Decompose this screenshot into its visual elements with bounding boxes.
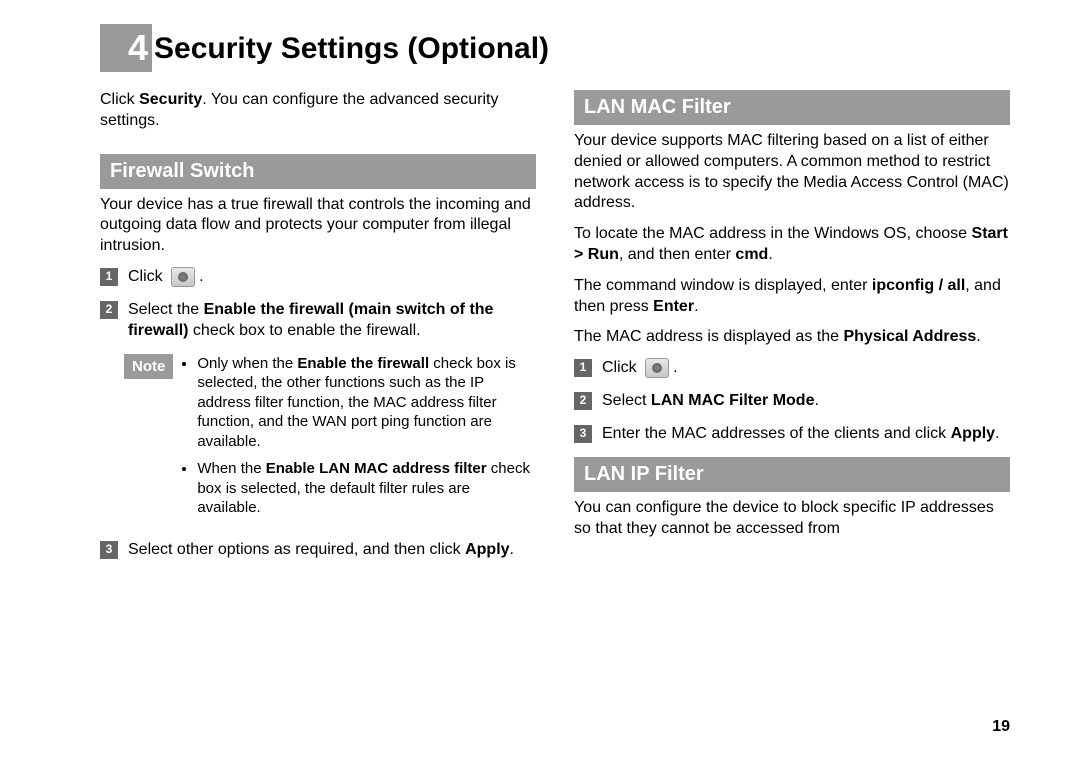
list-item: 1 Click . [100,267,536,288]
text: Select the [128,301,204,318]
left-column: Click Security. You can configure the ad… [100,90,536,572]
right-column: LAN MAC Filter Your device supports MAC … [574,90,1010,572]
text: Enter the MAC addresses of the clients a… [602,425,951,442]
step-number-2: 2 [574,392,592,410]
step-text: Select LAN MAC Filter Mode. [602,391,1010,412]
text: Click [602,359,641,376]
bold-text: ipconfig / all [872,277,965,294]
text: The MAC address is displayed as the [574,328,843,345]
text: . [694,298,698,315]
mac-p1: Your device supports MAC filtering based… [574,131,1010,214]
step-number-3: 3 [574,425,592,443]
firewall-steps-cont: 3 Select other options as required, and … [100,540,536,561]
text: . [814,392,818,409]
text: . [976,328,980,345]
note-block: Note Only when the Enable the firewall c… [100,354,536,526]
list-item: 1 Click . [574,358,1010,379]
mac-steps: 1 Click . 2 Select LAN MAC Filter Mode. … [574,358,1010,445]
firewall-icon [171,267,195,287]
note-item: Only when the Enable the firewall check … [197,354,536,452]
ip-p1: You can configure the device to block sp… [574,498,1010,540]
bold-text: Apply [951,425,995,442]
list-item: 3 Select other options as required, and … [100,540,536,561]
step-text: Click . [602,358,1010,379]
text: Click [128,268,167,285]
text: Click [100,91,139,108]
bold-text: Enable the firewall [297,355,429,372]
bold-text: Apply [465,541,509,558]
firewall-steps: 1 Click . 2 Select the Enable the firewa… [100,267,536,342]
firewall-desc: Your device has a true firewall that con… [100,195,536,257]
lan-mac-filter-heading: LAN MAC Filter [574,90,1010,125]
step-text: Select other options as required, and th… [128,540,536,561]
step-number-1: 1 [100,268,118,286]
chapter-number: 4 [100,24,152,72]
mac-p2: To locate the MAC address in the Windows… [574,224,1010,266]
list-item: 2 Select LAN MAC Filter Mode. [574,391,1010,412]
step-number-1: 1 [574,359,592,377]
text: The command window is displayed, enter [574,277,872,294]
intro-text: Click Security. You can configure the ad… [100,90,536,132]
text: When the [197,460,265,477]
step-number-2: 2 [100,301,118,319]
text: , and then enter [619,246,736,263]
page-root: 4 Security Settings (Optional) Click Sec… [0,0,1080,622]
bold-text: Enter [653,298,694,315]
mac-p3: The command window is displayed, enter i… [574,276,1010,318]
step-text: Enter the MAC addresses of the clients a… [602,424,1010,445]
bold-text: cmd [735,246,768,263]
list-item: 2 Select the Enable the firewall (main s… [100,300,536,342]
bold-text: LAN MAC Filter Mode [651,392,815,409]
two-column-layout: Click Security. You can configure the ad… [100,90,1010,572]
text: Select other options as required, and th… [128,541,465,558]
step-text: Select the Enable the firewall (main swi… [128,300,536,342]
text: Only when the [197,355,297,372]
note-body: Only when the Enable the firewall check … [173,354,536,526]
text: To locate the MAC address in the Windows… [574,225,972,242]
bold-text: Physical Address [843,328,976,345]
text: check box to enable the firewall. [188,322,420,339]
text: . [995,425,999,442]
mac-p4: The MAC address is displayed as the Phys… [574,327,1010,348]
step-number-3: 3 [100,541,118,559]
text: . [768,246,772,263]
security-label: Security [139,91,202,108]
text: . [673,359,677,376]
note-label: Note [124,354,173,380]
mac-filter-icon [645,358,669,378]
chapter-title: Security Settings (Optional) [154,29,549,68]
step-text: Click . [128,267,536,288]
chapter-heading: 4 Security Settings (Optional) [100,24,1010,72]
list-item: 3 Enter the MAC addresses of the clients… [574,424,1010,445]
firewall-switch-heading: Firewall Switch [100,154,536,189]
text: . [199,268,203,285]
lan-ip-filter-heading: LAN IP Filter [574,457,1010,492]
page-number: 19 [992,717,1010,738]
text: . [510,541,514,558]
note-item: When the Enable LAN MAC address filter c… [197,459,536,518]
bold-text: Enable LAN MAC address filter [266,460,487,477]
text: Select [602,392,651,409]
